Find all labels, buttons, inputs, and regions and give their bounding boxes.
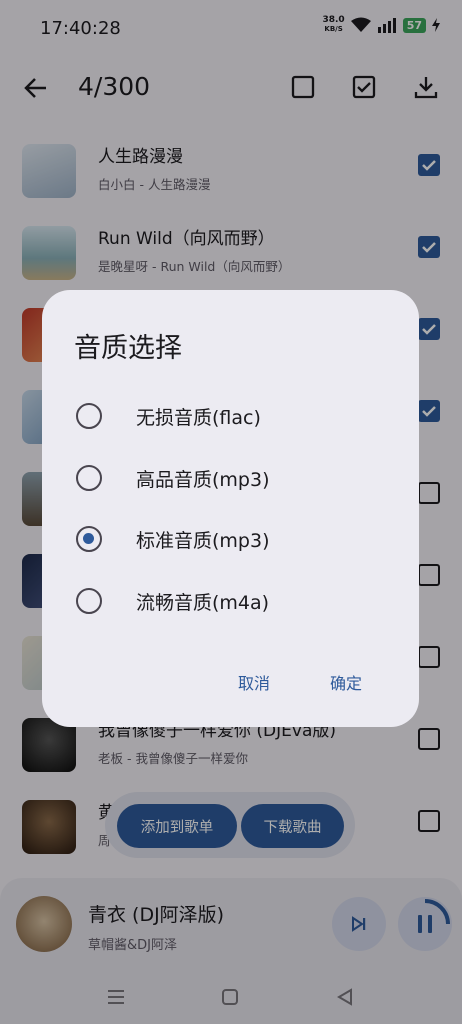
quality-dialog: 音质选择 无损音质(flac) 高品音质(mp3) 标准音质(mp3) 流畅音质…	[42, 290, 419, 727]
quality-option-standard-mp3[interactable]: 标准音质(mp3)	[42, 511, 419, 567]
radio-button-selected[interactable]	[76, 526, 102, 552]
quality-option-high-mp3[interactable]: 高品音质(mp3)	[42, 450, 419, 506]
radio-button[interactable]	[76, 465, 102, 491]
option-label: 标准音质(mp3)	[136, 530, 270, 552]
radio-button[interactable]	[76, 588, 102, 614]
quality-option-flac[interactable]: 无损音质(flac)	[42, 388, 419, 444]
cancel-button[interactable]: 取消	[238, 670, 270, 694]
confirm-button[interactable]: 确定	[330, 670, 362, 694]
option-label: 流畅音质(m4a)	[136, 592, 270, 614]
quality-option-m4a[interactable]: 流畅音质(m4a)	[42, 573, 419, 629]
option-label: 高品音质(mp3)	[136, 469, 270, 491]
dialog-title: 音质选择	[74, 333, 182, 364]
option-label: 无损音质(flac)	[136, 407, 261, 429]
radio-button[interactable]	[76, 403, 102, 429]
